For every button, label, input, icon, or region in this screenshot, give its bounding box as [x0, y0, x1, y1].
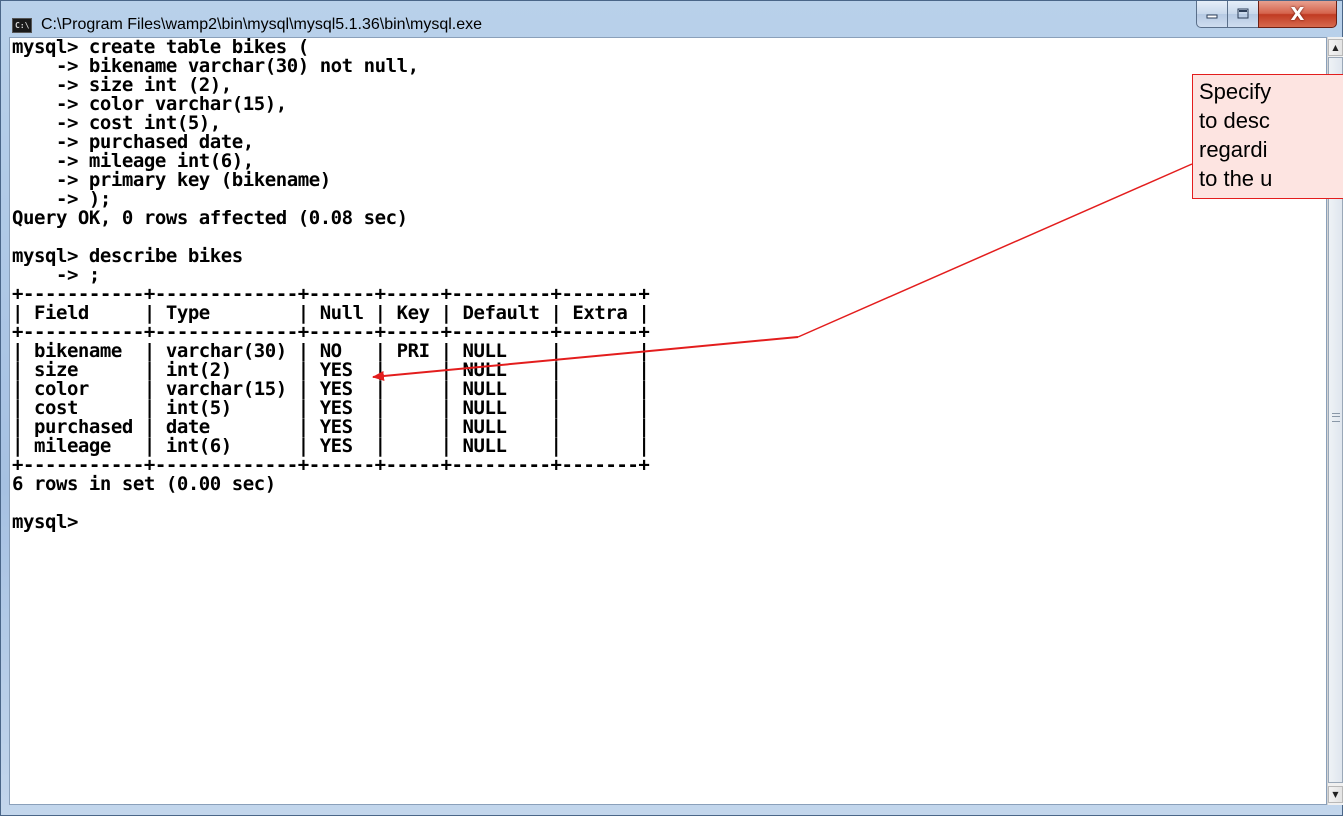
callout-line: regardi — [1199, 137, 1268, 162]
scroll-down-arrow-icon[interactable]: ▼ — [1328, 786, 1343, 803]
callout-line: to the u — [1199, 166, 1273, 191]
callout-line: Specify — [1199, 79, 1272, 104]
console-line: Query OK, 0 rows affected (0.08 sec) — [12, 207, 408, 229]
close-icon: X — [1290, 3, 1305, 25]
minimize-icon — [1206, 14, 1218, 19]
window-title: C:\Program Files\wamp2\bin\mysql\mysql5.… — [41, 16, 483, 33]
grip-icon — [1332, 413, 1340, 422]
console-line: mysql> — [12, 511, 78, 533]
maximize-icon — [1237, 8, 1249, 19]
title-bar[interactable]: C:\ C:\Program Files\wamp2\bin\mysql\mys… — [1, 1, 1342, 35]
minimize-button[interactable] — [1196, 1, 1228, 28]
console-app-icon[interactable]: C:\ — [12, 18, 32, 33]
close-button[interactable]: X — [1258, 1, 1337, 28]
callout-line: to desc — [1199, 108, 1270, 133]
console-window: C:\ C:\Program Files\wamp2\bin\mysql\mys… — [0, 0, 1343, 816]
console-text: mysql> create table bikes ( -> bikename … — [12, 38, 650, 533]
console-output-area[interactable]: mysql> create table bikes ( -> bikename … — [9, 37, 1327, 805]
maximize-button[interactable] — [1227, 1, 1259, 28]
console-line: mysql> describe bikes — [12, 245, 243, 267]
scroll-up-arrow-icon[interactable]: ▲ — [1328, 39, 1343, 56]
console-line: 6 rows in set (0.00 sec) — [12, 473, 276, 495]
annotation-callout: Specify to desc regardi to the u — [1192, 74, 1343, 199]
